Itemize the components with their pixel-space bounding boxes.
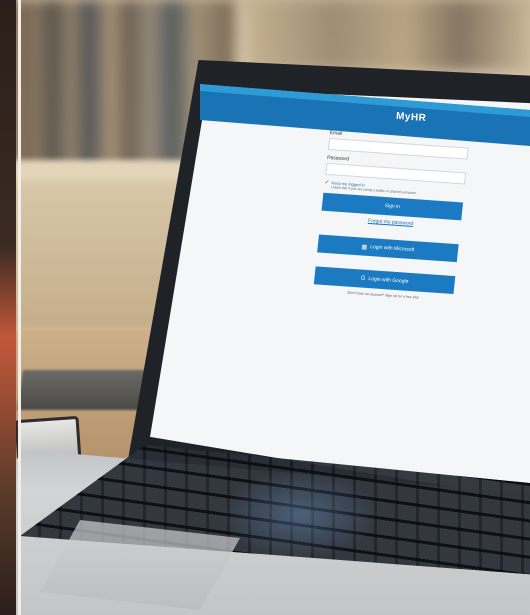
google-login-label: Login with Google: [368, 276, 409, 285]
photo-divider: [0, 0, 21, 615]
photo-scene: MyHR Email Password ✓ Keep me logged in …: [0, 0, 530, 615]
background-books: [250, 0, 530, 70]
login-form: Email Password ✓ Keep me logged in Untic…: [313, 130, 490, 303]
brand-logo: MyHR: [395, 110, 427, 125]
keyboard-backlight: [220, 470, 380, 560]
check-icon: ✓: [324, 179, 330, 187]
microsoft-icon: ▦: [361, 243, 368, 251]
microsoft-login-label: Login with Microsoft: [369, 244, 415, 254]
google-icon: G: [360, 275, 366, 282]
remember-text: Keep me logged in Untick this if you are…: [331, 180, 417, 195]
